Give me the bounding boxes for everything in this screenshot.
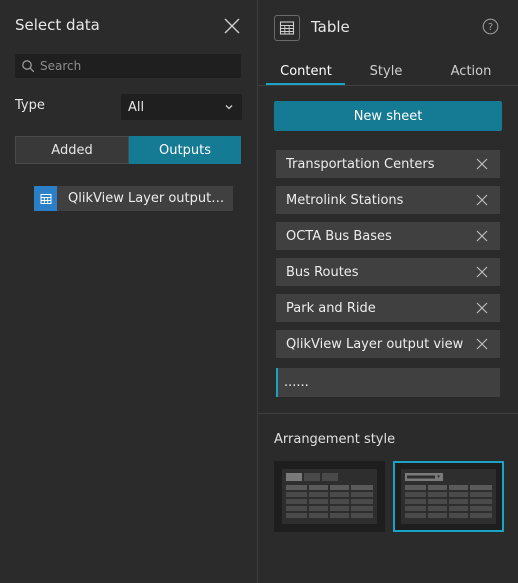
chevron-down-icon [224,102,234,112]
sheet-name-input[interactable] [284,375,484,390]
close-button[interactable] [222,16,242,36]
sheet-label: QlikView Layer output view [286,336,464,352]
arrangement-option-tabs[interactable] [274,461,385,532]
close-icon[interactable] [476,338,488,350]
sheet-item[interactable]: Transportation Centers [276,150,500,178]
sheet-label: Park and Ride [286,300,376,316]
arrangement-option-dropdown[interactable] [393,461,504,532]
outputs-tab-button[interactable]: Outputs [129,136,241,164]
close-icon[interactable] [476,266,488,278]
type-select-value: All [128,99,145,115]
added-tab-button[interactable]: Added [15,136,129,164]
sheet-name-field[interactable] [276,368,500,397]
layer-list-item[interactable]: QlikView Layer output… [34,186,233,211]
dropdown-layout-icon [401,469,496,524]
sheet-label: OCTA Bus Bases [286,228,392,244]
table-widget-icon [274,15,300,41]
select-data-panel: Select data Type All Added Outputs QlikV… [0,0,257,583]
close-icon[interactable] [476,158,488,170]
search-icon [21,59,35,73]
sheet-label: Bus Routes [286,264,359,280]
search-box[interactable] [15,54,241,78]
tabs-layout-icon [282,469,377,524]
tab-action[interactable]: Action [426,56,516,86]
section-divider [258,413,518,414]
widget-title: Table [311,18,350,36]
type-select[interactable]: All [121,94,242,120]
settings-tabs: Content Style Action [266,56,516,86]
layer-label: QlikView Layer output… [68,191,225,206]
new-sheet-button[interactable]: New sheet [274,101,502,131]
search-input[interactable] [40,59,230,73]
tab-style[interactable]: Style [346,56,426,86]
tabs-divider [258,85,518,86]
sheet-label: Transportation Centers [286,156,435,172]
sheet-item[interactable]: Park and Ride [276,294,500,322]
table-settings-panel: Table ? Content Style Action New sheet T… [258,0,518,583]
close-icon[interactable] [476,302,488,314]
arrangement-style-label: Arrangement style [274,432,396,447]
table-icon [34,186,57,211]
tab-content[interactable]: Content [266,56,346,86]
close-icon [224,18,240,34]
close-icon[interactable] [476,194,488,206]
sheet-item[interactable]: QlikView Layer output view [276,330,500,358]
help-icon[interactable]: ? [482,18,499,35]
sheet-label: Metrolink Stations [286,192,404,208]
sheet-item[interactable]: Metrolink Stations [276,186,500,214]
sheet-item[interactable]: OCTA Bus Bases [276,222,500,250]
svg-text:?: ? [488,22,493,33]
type-label: Type [15,98,45,113]
panel-title: Select data [15,16,100,34]
sheet-item[interactable]: Bus Routes [276,258,500,286]
sheet-list: Transportation Centers Metrolink Station… [276,150,500,366]
close-icon[interactable] [476,230,488,242]
source-segmented-control: Added Outputs [15,136,241,164]
